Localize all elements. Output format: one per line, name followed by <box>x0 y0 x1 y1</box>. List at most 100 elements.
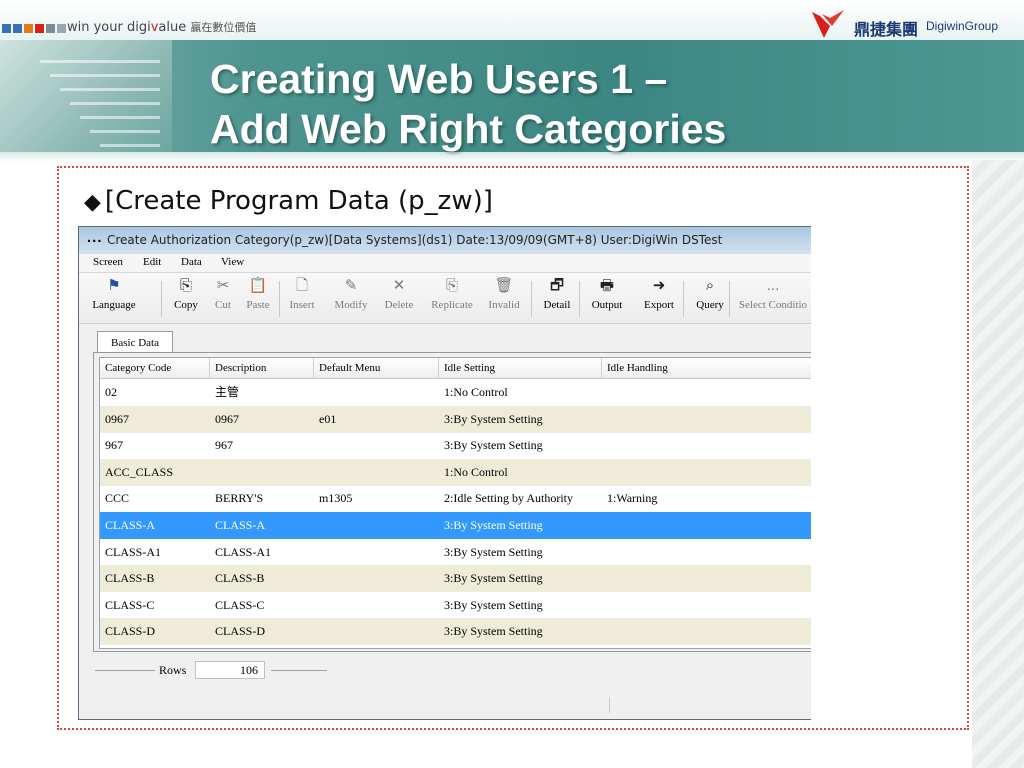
table-row[interactable]: 02 主管 1:No Control <box>100 379 811 406</box>
new-document-icon: 🗋 <box>295 277 309 294</box>
rows-count: 106 <box>195 661 265 679</box>
toolbar-output-button[interactable]: 🖶 Output <box>587 277 627 321</box>
table-row[interactable]: CLASS-C CLASS-C 3:By System Setting <box>100 592 811 619</box>
table-cell <box>602 432 607 459</box>
table-row[interactable]: ACC_CLASS 1:No Control <box>100 458 811 486</box>
brand-square <box>46 24 55 33</box>
table-cell: e01 <box>319 411 337 426</box>
table-row[interactable]: CLASS-D CLASS-D 3:By System Setting <box>100 618 811 646</box>
window-titlebar[interactable]: ... Create Authorization Category(p_zw)[… <box>79 227 811 254</box>
toolbar-select-conditio-button[interactable]: ... Select Conditio <box>735 277 811 321</box>
toolbar-button-label: Cut <box>215 299 231 311</box>
table-cell: CLASS-A1 <box>215 544 272 559</box>
table-cell <box>602 379 607 406</box>
logo-chinese-name: 鼎捷集團 <box>854 20 919 39</box>
diamond-bullet-icon: ◆ <box>84 190 101 215</box>
table-row[interactable]: 0967 0967 e01 3:By System Setting <box>100 405 811 433</box>
table-cell <box>314 459 319 486</box>
table-cell: CLASS-D <box>105 624 156 639</box>
toolbar-button-label: Replicate <box>431 299 473 311</box>
toolbar-separator <box>531 281 532 317</box>
table-cell <box>314 432 319 459</box>
table-cell: 2:Idle Setting by Authority <box>444 491 573 506</box>
toolbar-delete-button[interactable]: ✕ Delete <box>381 277 417 321</box>
table-cell: 0967 <box>215 411 239 426</box>
toolbar-button-label: Detail <box>543 299 571 311</box>
menu-view[interactable]: View <box>221 256 244 268</box>
toolbar-detail-button[interactable]: 🗗 Detail <box>539 277 575 321</box>
copy-icon: ⎘ <box>179 277 192 294</box>
column-header-idle-handling[interactable]: Idle Handling <box>602 358 811 378</box>
scissors-icon: ✂ <box>216 277 230 294</box>
table-row[interactable]: 967 967 3:By System Setting <box>100 432 811 459</box>
table-cell: ACC_CLASS <box>105 464 174 479</box>
menu-edit[interactable]: Edit <box>143 256 161 268</box>
column-header-default-menu[interactable]: Default Menu <box>314 358 439 378</box>
toolbar-language-button[interactable]: ⚑ Language <box>89 277 139 321</box>
tab-basic-data[interactable]: Basic Data <box>97 331 173 354</box>
table-cell: CCC <box>105 491 130 506</box>
toolbar-button-label: Modify <box>334 299 368 311</box>
tagline: win your digivalue 贏在數位價值 <box>67 20 257 35</box>
toolbar-button-label: Select Conditio <box>738 299 808 311</box>
menu-screen[interactable]: Screen <box>93 256 123 268</box>
table-cell: 1:No Control <box>444 385 508 399</box>
flag-icon: ⚑ <box>107 277 121 294</box>
table-cell: 主管 <box>215 385 240 399</box>
toolbar-separator <box>579 281 580 317</box>
divider <box>271 670 327 671</box>
table-cell <box>602 592 607 619</box>
table-cell: CLASS-B <box>215 571 265 586</box>
brand-square <box>2 24 11 33</box>
side-decoration <box>972 160 1024 768</box>
table-row[interactable]: CCC BERRY'S m1305 2:Idle Setting by Authori… <box>100 485 811 512</box>
toolbar-insert-button[interactable]: 🗋 Insert <box>285 277 319 321</box>
binoculars-icon: ⌕ <box>705 277 715 294</box>
grid-header: Category Code Description Default Menu I… <box>100 358 811 379</box>
toolbar-button-label: Invalid <box>488 299 520 311</box>
table-cell: 0967 <box>105 411 129 426</box>
more-icon: ... <box>766 277 780 294</box>
menu-bar: Screen Edit Data View <box>79 254 811 273</box>
table-cell <box>602 459 607 486</box>
table-cell: 1:No Control <box>444 464 508 479</box>
table-cell <box>314 618 319 645</box>
table-cell: CLASS-D <box>215 624 266 639</box>
trash-icon: 🗑 <box>494 277 514 294</box>
table-cell: CLASS-C <box>105 597 155 612</box>
column-header-idle-setting[interactable]: Idle Setting <box>439 358 602 378</box>
data-grid: Category Code Description Default Menu I… <box>99 357 811 649</box>
window-menu-icon[interactable]: ... <box>87 229 103 246</box>
menu-data[interactable]: Data <box>181 256 202 268</box>
table-cell: 1:Warning <box>607 491 658 506</box>
table-cell: CLASS-A <box>215 518 266 532</box>
table-cell <box>314 539 319 566</box>
column-header-category-code[interactable]: Category Code <box>100 358 210 378</box>
column-header-description[interactable]: Description <box>210 358 314 378</box>
table-row[interactable]: CLASS-A1 CLASS-A1 3:By System Setting <box>100 539 811 566</box>
status-separator <box>609 697 610 713</box>
table-cell <box>314 565 319 592</box>
paste-icon: 📋 <box>248 277 268 294</box>
toolbar-replicate-button[interactable]: ⎘ Replicate <box>425 277 479 321</box>
toolbar-export-button[interactable]: ➜ Export <box>637 277 681 321</box>
table-cell <box>314 512 319 539</box>
toolbar-button-label: Paste <box>246 299 270 311</box>
toolbar-copy-button[interactable]: ⎘ Copy <box>169 277 203 321</box>
toolbar-paste-button[interactable]: 📋 Paste <box>243 277 273 321</box>
toolbar-cut-button[interactable]: ✂ Cut <box>210 277 236 321</box>
delete-x-icon: ✕ <box>392 277 406 294</box>
toolbar-query-button[interactable]: ⌕ Query <box>690 277 730 321</box>
toolbar-invalid-button[interactable]: 🗑 Invalid <box>484 277 524 321</box>
detail-icon: 🗗 <box>549 277 565 294</box>
table-row[interactable]: CLASS-B CLASS-B 3:By System Setting <box>100 565 811 593</box>
toolbar-modify-button[interactable]: ✎ Modify <box>329 277 373 321</box>
window-title: Create Authorization Category(p_zw)[Data… <box>107 233 723 247</box>
toolbar-button-label: Output <box>591 299 623 311</box>
replicate-icon: ⎘ <box>445 277 458 294</box>
toolbar-button-label: Language <box>92 299 136 311</box>
table-cell: CLASS-A <box>105 518 156 532</box>
table-cell: CLASS-A1 <box>105 544 162 559</box>
table-row[interactable]: CLASS-A CLASS-A 3:By System Setting <box>100 512 811 539</box>
table-cell: 967 <box>215 438 233 453</box>
